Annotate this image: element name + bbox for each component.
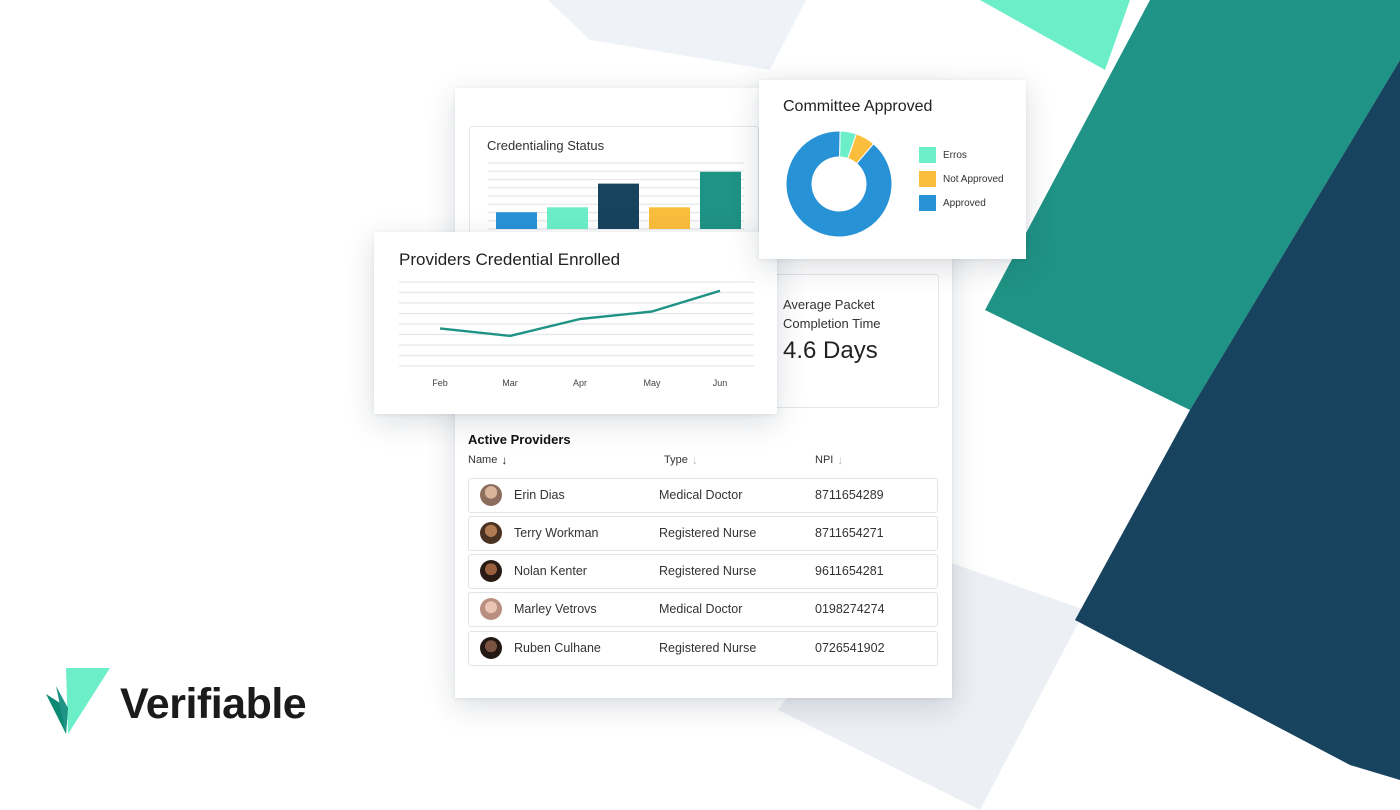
avatar [480, 560, 502, 582]
table-row[interactable]: Marley Vetrovs Medical Doctor 0198274274 [468, 592, 938, 627]
column-type-label: Type [664, 454, 688, 466]
bar [649, 207, 690, 229]
bar [547, 207, 588, 229]
legend-label: Not Approved [943, 173, 1004, 185]
legend-item: Erros [919, 147, 967, 163]
legend-item: Approved [919, 195, 986, 211]
provider-type: Registered Nurse [659, 641, 757, 655]
avg-completion-card: Average Packet Completion Time 4.6 Days [767, 274, 939, 408]
avatar [480, 484, 502, 506]
bar [496, 212, 537, 229]
active-providers-title: Active Providers [468, 432, 571, 447]
table-row[interactable]: Nolan Kenter Registered Nurse 9611654281 [468, 554, 938, 589]
committee-approved-card: Committee Approved Erros Not Approved Ap… [759, 80, 1026, 259]
provider-type: Registered Nurse [659, 526, 757, 540]
provider-npi: 8711654289 [815, 488, 884, 502]
provider-npi: 9611654281 [815, 564, 884, 578]
bar [700, 171, 741, 229]
provider-npi: 0726541902 [815, 641, 885, 655]
providers-enrolled-card: Providers Credential Enrolled Feb Mar Apr M… [374, 232, 777, 414]
legend-label: Erros [943, 149, 967, 161]
committee-approved-chart [785, 130, 893, 238]
provider-name: Terry Workman [514, 526, 599, 540]
column-header-name[interactable]: Name ↓ [468, 453, 507, 467]
avatar [480, 598, 502, 620]
table-row[interactable]: Ruben Culhane Registered Nurse 072654190… [468, 631, 938, 666]
provider-npi: 8711654271 [815, 526, 884, 540]
provider-name: Ruben Culhane [514, 641, 601, 655]
x-tick-label: May [643, 378, 661, 388]
x-tick-label: Feb [432, 378, 448, 388]
x-tick-label: Mar [502, 378, 518, 388]
column-header-npi[interactable]: NPI ↓ [815, 453, 843, 467]
verifiable-logo-icon [46, 668, 110, 734]
x-tick-label: Jun [713, 378, 728, 388]
sort-arrow-icon: ↓ [691, 453, 698, 467]
column-header-type[interactable]: Type ↓ [664, 453, 698, 467]
provider-type: Medical Doctor [659, 602, 743, 616]
provider-name: Marley Vetrovs [514, 602, 597, 616]
table-row[interactable]: Erin Dias Medical Doctor 8711654289 [468, 478, 938, 513]
legend-label: Approved [943, 197, 986, 209]
legend-swatch [919, 195, 936, 211]
provider-name: Nolan Kenter [514, 564, 587, 578]
legend-item: Not Approved [919, 171, 1004, 187]
column-name-label: Name [468, 454, 498, 466]
providers-enrolled-chart: Feb Mar Apr May Jun [399, 281, 754, 388]
column-npi-label: NPI [815, 454, 834, 466]
sort-arrow-icon: ↓ [837, 453, 844, 467]
kpi-label: Average Packet Completion Time [783, 297, 881, 331]
avatar [480, 637, 502, 659]
provider-name: Erin Dias [514, 488, 565, 502]
legend-swatch [919, 147, 936, 163]
kpi-value: 4.6 Days [783, 337, 878, 364]
brand-name: Verifiable [120, 680, 307, 728]
legend-swatch [919, 171, 936, 187]
pie-slice [785, 130, 893, 238]
provider-npi: 0198274274 [815, 602, 885, 616]
bar [598, 183, 639, 229]
table-row[interactable]: Terry Workman Registered Nurse 871165427… [468, 516, 938, 551]
avatar [480, 522, 502, 544]
provider-type: Registered Nurse [659, 564, 757, 578]
x-tick-label: Apr [573, 378, 587, 388]
provider-type: Medical Doctor [659, 488, 743, 502]
sort-arrow-down-icon: ↓ [501, 453, 508, 467]
